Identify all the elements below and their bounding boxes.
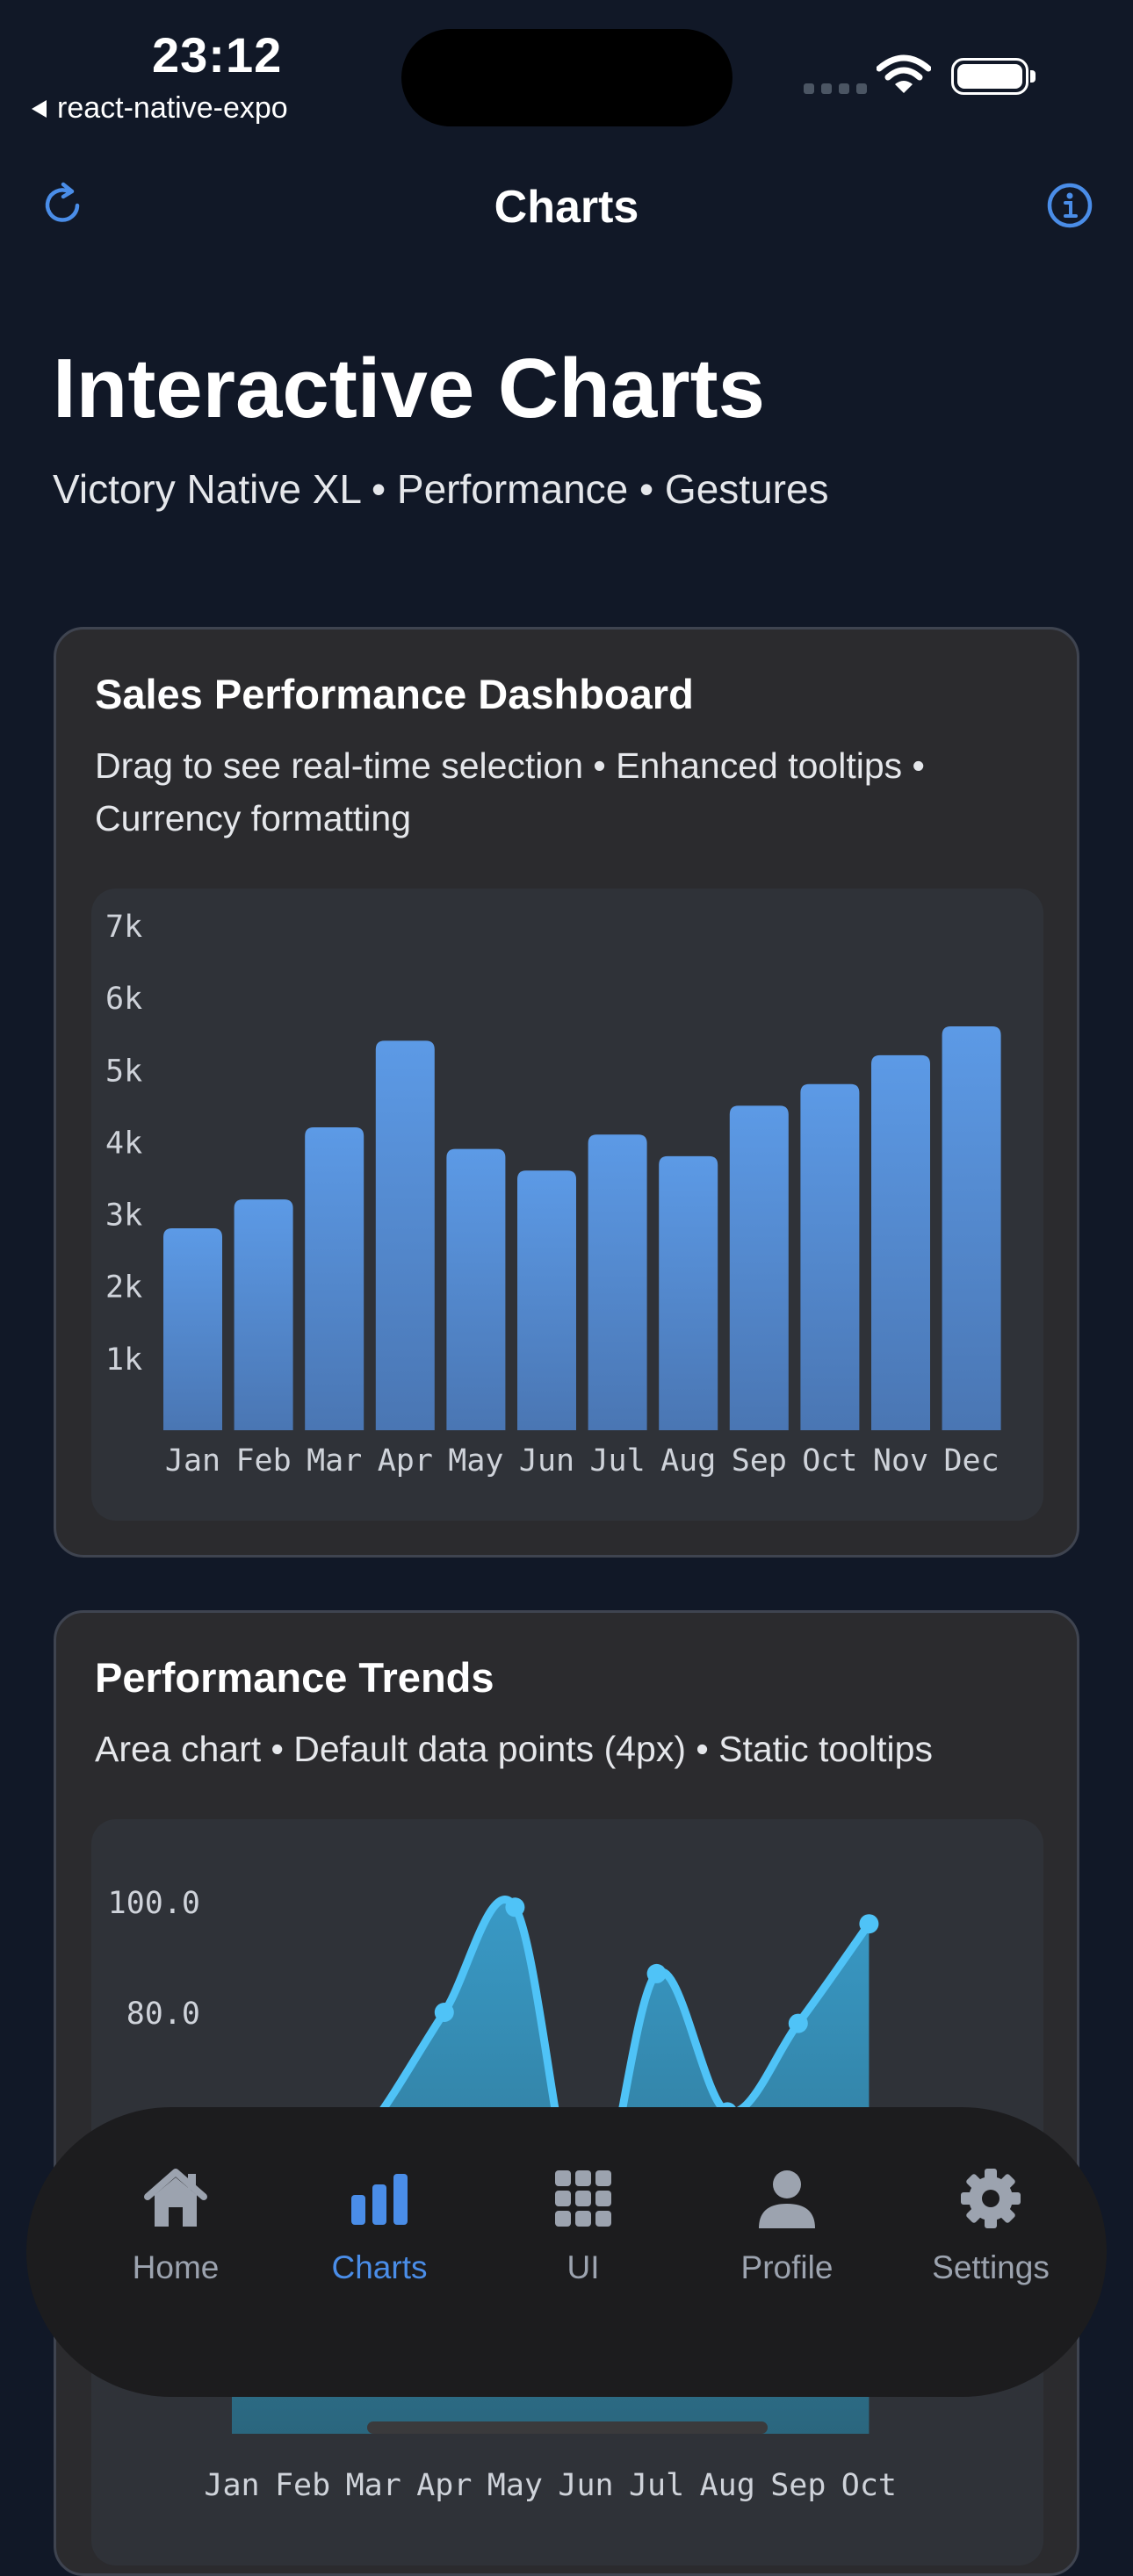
bar-apr[interactable]	[375, 1040, 435, 1430]
x-tick-label: Mar	[346, 2468, 401, 2503]
tab-ui[interactable]: UI	[487, 2167, 680, 2286]
cellular-signal-icon	[804, 83, 867, 94]
x-tick-label: Mar	[307, 1443, 362, 1479]
x-tick-label: Jan	[165, 1443, 220, 1479]
y-tick-label: 1k	[105, 1342, 142, 1378]
home-icon	[144, 2169, 207, 2227]
y-tick-label: 2k	[105, 1270, 142, 1306]
x-tick-label: Aug	[660, 1443, 716, 1479]
x-tick-label: Jul	[629, 2468, 684, 2503]
x-tick-label: May	[487, 2468, 543, 2503]
tab-label: Settings	[932, 2249, 1050, 2285]
x-tick-label: May	[448, 1443, 503, 1479]
status-time: 23:12	[152, 27, 283, 83]
tab-label: Charts	[331, 2249, 428, 2285]
x-tick-label: Feb	[235, 1443, 291, 1479]
bar-dec[interactable]	[942, 1026, 1001, 1430]
data-point-jul[interactable]	[646, 1963, 667, 1983]
sales-chart-panel[interactable]: 1k 2k 3k 4k 5k 6k 7k Jan Feb Mar Apr May Jun Jul Aug Se…	[91, 889, 1043, 1521]
x-tick-label: Oct	[802, 1443, 857, 1479]
card-description: Area chart • Default data points (4px) •…	[95, 1729, 933, 1769]
x-tick-label: Apr	[378, 1443, 433, 1479]
bar-sep[interactable]	[729, 1105, 789, 1430]
battery-icon	[951, 58, 1036, 95]
tab-home[interactable]: Home	[79, 2167, 272, 2286]
bar-nov[interactable]	[871, 1054, 930, 1430]
y-tick-label: 100.0	[108, 1886, 200, 1921]
x-tick-label: Sep	[770, 2468, 826, 2503]
bar-aug[interactable]	[659, 1155, 718, 1430]
y-tick-label: 5k	[105, 1054, 142, 1089]
bar-feb[interactable]	[234, 1199, 293, 1430]
tab-bar: Home Charts UI Profile Settings	[26, 2107, 1107, 2397]
y-tick-label: 3k	[105, 1198, 142, 1234]
y-tick-label: 4k	[105, 1126, 142, 1161]
y-tick-label: 80.0	[126, 1997, 200, 2032]
back-app-label: react-native-expo	[57, 91, 288, 125]
card-title: Sales Performance Dashboard	[95, 671, 694, 717]
tab-label: Home	[132, 2249, 220, 2285]
x-tick-label: Feb	[275, 2468, 330, 2503]
gear-icon	[961, 2169, 1021, 2228]
x-tick-label: Dec	[943, 1443, 999, 1479]
tab-profile[interactable]: Profile	[690, 2167, 884, 2286]
x-tick-label: Nov	[873, 1443, 928, 1479]
tab-label: UI	[566, 2249, 600, 2285]
x-tick-label: Jun	[519, 1443, 574, 1479]
home-indicator	[367, 2421, 768, 2434]
bar-chart-icon	[351, 2174, 408, 2225]
data-point-oct[interactable]	[859, 1914, 879, 1934]
bar-jan[interactable]	[163, 1228, 222, 1430]
x-tick-label: Aug	[700, 2468, 755, 2503]
page-title: Interactive Charts	[53, 342, 765, 435]
page-subtitle: Victory Native XL • Performance • Gestur…	[53, 466, 829, 512]
bar-may[interactable]	[446, 1148, 506, 1430]
person-icon	[759, 2170, 815, 2228]
bar-oct[interactable]	[800, 1083, 860, 1430]
sales-performance-card: Sales Performance Dashboard Drag to see …	[54, 627, 1079, 1558]
sales-bar-chart[interactable]: 1k 2k 3k 4k 5k 6k 7k Jan Feb Mar Apr May Jun Jul Aug Se…	[91, 889, 1043, 1521]
x-tick-label: Jul	[589, 1443, 645, 1479]
data-point-apr[interactable]	[434, 2003, 454, 2022]
bar-jun[interactable]	[517, 1170, 576, 1430]
x-tick-label: Sep	[732, 1443, 787, 1479]
card-title: Performance Trends	[95, 1654, 494, 1701]
info-icon[interactable]	[1043, 179, 1096, 232]
x-tick-label: Jan	[204, 2468, 259, 2503]
data-point-may[interactable]	[505, 1897, 525, 1918]
y-tick-label: 7k	[105, 910, 142, 945]
bar-mar[interactable]	[305, 1127, 364, 1430]
wifi-icon	[877, 54, 931, 93]
tab-label: Profile	[740, 2249, 834, 2285]
tab-charts[interactable]: Charts	[283, 2167, 476, 2286]
grid-icon	[555, 2170, 611, 2227]
x-tick-label: Apr	[416, 2468, 472, 2503]
back-arrow-icon	[32, 99, 47, 118]
y-tick-label: 6k	[105, 982, 142, 1017]
back-to-app-button[interactable]: react-native-expo	[32, 91, 288, 126]
dynamic-island	[401, 29, 732, 126]
card-description: Drag to see real-time selection • Enhanc…	[95, 745, 925, 838]
nav-title: Charts	[494, 182, 639, 233]
data-point-sep[interactable]	[788, 2013, 808, 2033]
tab-settings[interactable]: Settings	[894, 2167, 1087, 2286]
x-tick-label: Jun	[558, 2468, 613, 2503]
bar-jul[interactable]	[588, 1134, 647, 1430]
x-tick-label: Oct	[841, 2468, 897, 2503]
